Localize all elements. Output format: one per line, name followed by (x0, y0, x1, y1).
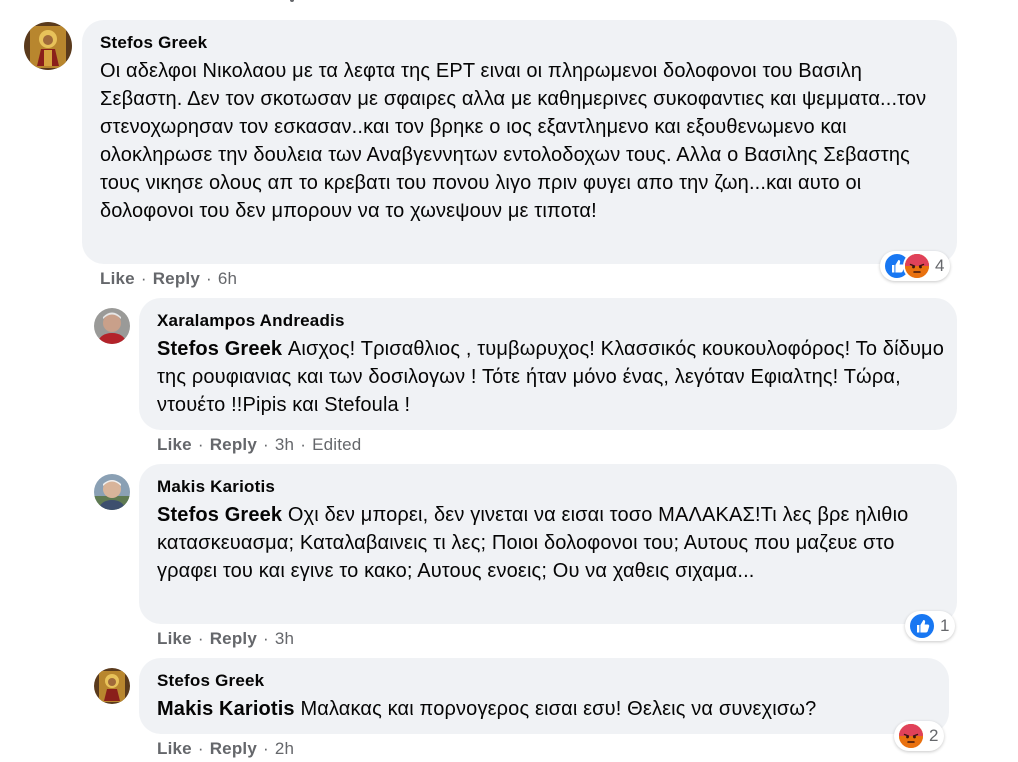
previous-comment-fragment (290, 0, 294, 2)
comment-body: Οι αδελφοι Νικολαου με τα λεφτα της ΕΡΤ … (100, 60, 927, 222)
edited-label[interactable]: Edited (312, 435, 361, 454)
reply-button[interactable]: Reply (210, 435, 257, 454)
separator-dot: · (197, 739, 204, 758)
comment-timestamp[interactable]: 2h (275, 739, 294, 758)
separator-dot: · (140, 269, 147, 288)
comment-author[interactable]: Stefos Greek (157, 671, 264, 691)
avatar[interactable] (24, 22, 72, 70)
comment-text: Stefos Greek Οχι δεν μπορει, δεν γινεται… (157, 501, 947, 585)
reaction-count: 2 (929, 726, 939, 745)
avatar[interactable] (94, 668, 130, 704)
comment-actions: Like · Reply · 3h (157, 629, 294, 649)
comment-author[interactable]: Stefos Greek (100, 33, 207, 53)
avatar[interactable] (94, 474, 130, 510)
comment-author[interactable]: Xaralampos Andreadis (157, 311, 345, 331)
like-button[interactable]: Like (157, 629, 192, 648)
angry-face-icon (903, 252, 931, 280)
comment-author[interactable]: Makis Kariotis (157, 477, 275, 497)
separator-dot: · (197, 629, 204, 648)
reaction-summary[interactable]: 2 (894, 721, 945, 751)
separator-dot: · (263, 435, 269, 454)
reaction-summary[interactable]: 4 (880, 251, 951, 281)
comment-actions: Like · Reply · 2h (157, 739, 294, 759)
reaction-count: 1 (940, 616, 950, 635)
separator-dot: · (263, 739, 269, 758)
comment-body: Μαλακας και πορνογερος εισαι εσυ! Θελεις… (300, 698, 817, 720)
comment-actions: Like · Reply · 3h · Edited (157, 435, 361, 455)
comment-timestamp[interactable]: 6h (218, 269, 237, 288)
separator-dot: · (300, 435, 307, 454)
comment-text: Makis Kariotis Μαλακας και πορνογερος ει… (157, 695, 947, 723)
reaction-count: 4 (935, 256, 945, 275)
comment-timestamp[interactable]: 3h (275, 435, 294, 454)
mention-tag[interactable]: Stefos Greek (157, 338, 282, 360)
avatar[interactable] (94, 308, 130, 344)
reaction-summary[interactable]: 1 (905, 611, 956, 641)
reply-button[interactable]: Reply (210, 629, 257, 648)
comment-text: Stefos Greek Αισχος! Τρισαθλιος , τυμβωρ… (157, 335, 947, 419)
reply-button[interactable]: Reply (153, 269, 200, 288)
like-button[interactable]: Like (157, 435, 192, 454)
mention-tag[interactable]: Stefos Greek (157, 504, 282, 526)
thumbs-up-icon (908, 612, 936, 640)
separator-dot: · (206, 269, 212, 288)
comment-text: Οι αδελφοι Νικολαου με τα λεφτα της ΕΡΤ … (100, 57, 945, 225)
angry-face-icon (897, 722, 925, 750)
separator-dot: · (263, 629, 269, 648)
mention-tag[interactable]: Makis Kariotis (157, 698, 295, 720)
separator-dot: · (197, 435, 204, 454)
comment-timestamp[interactable]: 3h (275, 629, 294, 648)
like-button[interactable]: Like (157, 739, 192, 758)
reply-button[interactable]: Reply (210, 739, 257, 758)
like-button[interactable]: Like (100, 269, 135, 288)
comment-actions: Like · Reply · 6h (100, 269, 237, 289)
